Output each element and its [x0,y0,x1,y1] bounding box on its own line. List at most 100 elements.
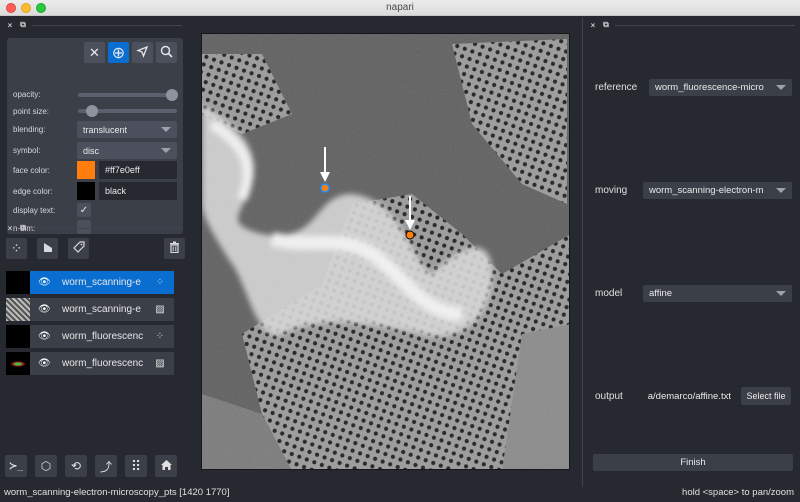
point-marker-selected[interactable] [320,183,330,193]
eye-icon[interactable]: 👁 [38,277,51,288]
cube-icon: ⬡ [40,459,52,473]
new-shapes-layer-button[interactable] [37,238,58,259]
layer-buttons: ⁘ [6,238,185,260]
point-size-slider[interactable] [78,105,177,117]
point-size-slider-handle[interactable] [86,105,98,117]
reference-label: reference [595,81,638,93]
chevron-down-icon [776,85,786,90]
layer-item[interactable]: 👁 worm_scanning-e ⁘ [6,271,174,294]
symbol-label: symbol: [13,145,41,155]
layer-name: worm_scanning-e [62,277,141,288]
finish-button[interactable]: Finish [593,454,793,471]
layer-list: 👁 worm_scanning-e ⁘ 👁 worm_scanning-e ▨ … [6,271,174,379]
output-path-input[interactable]: a/demarco/affine.txt [643,387,735,405]
window-titlebar: napari [0,0,800,16]
layer-item[interactable]: 👁 worm_fluorescenc ▨ [6,352,174,375]
symbol-value: disc [83,145,100,156]
moving-dropdown[interactable]: worm_scanning-electron-m [643,182,792,199]
select-points-button[interactable] [132,42,153,63]
pointer-arrow-icon [136,45,149,61]
display-text-checkbox[interactable]: ✓ [77,203,91,217]
delete-layer-button[interactable] [164,238,185,259]
dock-divider [615,24,795,26]
dock-close-icon[interactable]: × [589,21,597,30]
transpose-dims-button[interactable]: ⤴ [95,455,117,477]
dock-close-icon[interactable]: × [6,224,14,233]
blending-value: translucent [83,124,128,135]
napari-app: × ⧉ ✕ ⊕ opacity: point size: blending: t… [0,17,800,502]
dock-divider [32,24,182,26]
edge-color-swatch[interactable] [77,182,95,200]
layer-name: worm_fluorescenc [62,331,144,342]
point-marker[interactable] [405,230,415,240]
transpose-icon: ⤴ [99,459,112,474]
dock-float-icon[interactable]: ⧉ [602,20,610,30]
layer-item[interactable]: 👁 worm_scanning-e ▨ [6,298,174,321]
edge-color-input[interactable]: black [99,182,177,200]
image-type-icon: ▨ [155,358,165,369]
select-file-button[interactable]: Select file [741,387,791,405]
face-color-swatch[interactable] [77,161,95,179]
layer-controls-dock-header: × ⧉ [6,20,182,30]
layer-name: worm_scanning-e [62,304,141,315]
registration-dock-header: × ⧉ [589,20,795,30]
symbol-dropdown[interactable]: disc [77,142,177,159]
ndisplay-button[interactable]: ⬡ [35,455,57,477]
blending-dropdown[interactable]: translucent [77,121,177,138]
trash-icon [169,241,180,256]
magnifier-icon [160,45,173,61]
points-type-icon: ⁘ [155,331,165,342]
eye-icon[interactable]: 👁 [38,304,51,315]
face-color-input[interactable]: #ff7e0eff [99,161,177,179]
points-icon: ⁘ [10,240,23,256]
roll-dims-button[interactable]: ⟲ [65,455,87,477]
point-size-label: point size: [13,106,50,116]
home-icon [160,459,173,474]
add-points-button[interactable]: ⊕ [108,42,129,63]
layer-item[interactable]: 👁 worm_fluorescenc ⁘ [6,325,174,348]
moving-value: worm_scanning-electron-m [649,185,764,196]
console-button[interactable]: ≻_ [5,455,27,477]
opacity-label: opacity: [13,89,41,99]
opacity-slider-handle[interactable] [166,89,178,101]
display-text-label: display text: [13,205,56,215]
image-canvas[interactable] [201,33,570,470]
layer-thumbnail [6,325,30,348]
eye-icon[interactable]: 👁 [38,331,51,342]
image-type-icon: ▨ [155,304,165,315]
face-color-label: face color: [13,165,50,175]
status-message: worm_scanning-electron-microscopy_pts [1… [4,487,230,498]
grid-view-button[interactable]: ⠿ [125,455,147,477]
tag-icon [72,241,85,256]
layer-thumbnail [6,271,30,294]
layer-name: worm_fluorescenc [62,358,144,369]
moving-label: moving [595,184,628,196]
pan-zoom-button[interactable] [156,42,177,63]
model-dropdown[interactable]: affine [643,285,792,302]
status-help: hold <space> to pan/zoom [682,487,794,498]
eye-icon[interactable]: 👁 [38,358,51,369]
model-value: affine [649,288,673,299]
layer-list-dock-header: × ⧉ [6,223,182,233]
microscopy-image [202,34,569,469]
status-bar: worm_scanning-electron-microscopy_pts [1… [0,483,800,502]
layer-controls-panel: ✕ ⊕ opacity: point size: blending: trans… [7,38,183,234]
roll-icon: ⟲ [70,459,82,473]
registration-panel: × ⧉ reference worm_fluorescence-micro mo… [582,17,800,487]
viewer-buttons: ≻_ ⬡ ⟲ ⤴ ⠿ [5,455,177,477]
new-labels-layer-button[interactable] [68,238,89,259]
points-toolbar: ✕ ⊕ [84,42,177,63]
reference-dropdown[interactable]: worm_fluorescence-micro [649,79,792,96]
terminal-icon: ≻_ [9,460,23,472]
dock-close-icon[interactable]: × [6,21,14,30]
new-points-layer-button[interactable]: ⁘ [6,238,27,259]
dock-float-icon[interactable]: ⧉ [19,223,27,233]
chevron-down-icon [161,148,171,153]
reference-value: worm_fluorescence-micro [655,82,764,93]
grid-icon: ⠿ [130,457,142,474]
opacity-slider[interactable] [78,89,178,101]
blending-label: blending: [13,124,46,134]
home-button[interactable] [155,455,177,477]
delete-points-button[interactable]: ✕ [84,42,105,63]
dock-float-icon[interactable]: ⧉ [19,20,27,30]
